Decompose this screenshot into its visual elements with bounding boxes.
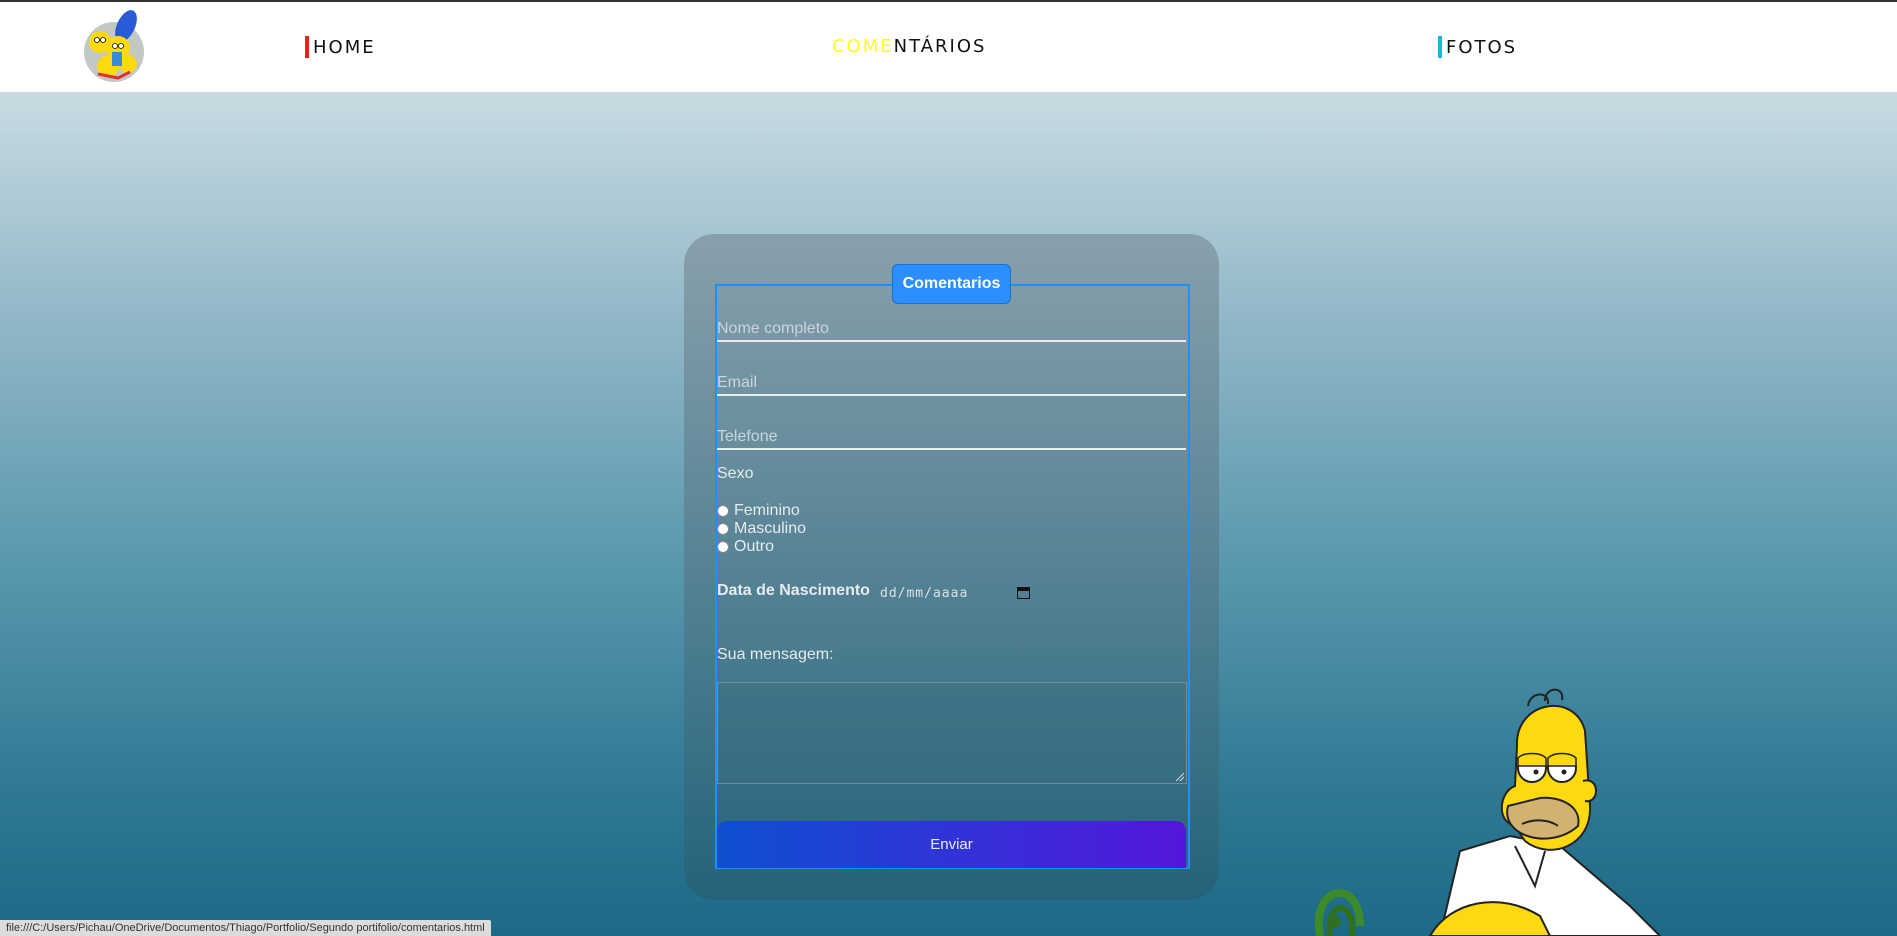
sex-label: Sexo [717,465,754,482]
nav-home-label: HOME [313,36,376,58]
radio-feminino[interactable] [717,505,729,517]
phone-input[interactable] [717,426,1186,450]
simpsons-logo-icon[interactable] [78,8,150,88]
site-header: HOME COMENTÁRIOS FOTOS [0,2,1897,92]
email-input[interactable] [717,372,1186,396]
radio-outro[interactable] [717,541,729,553]
radio-masculino[interactable] [717,523,729,535]
full-name-input[interactable] [717,318,1186,342]
birth-date-label: Data de Nascimento [717,582,870,599]
sex-option-masculino-label: Masculino [734,520,807,537]
calendar-icon[interactable] [1016,586,1030,599]
sex-option-outro-label: Outro [734,538,775,555]
message-label: Sua mensagem: [717,646,834,663]
homer-simpson-illustration [1314,688,1662,936]
nav-home-marker [305,36,309,58]
nav-comentarios-highlight [832,35,892,57]
message-textarea[interactable] [717,682,1187,784]
nav-fotos-marker [1438,36,1442,58]
sex-option-feminino-label: Feminino [734,502,800,519]
birth-date-input[interactable]: dd/mm/aaaa [880,582,1030,604]
form-legend: Comentarios [892,264,1011,304]
nav-home-link[interactable]: HOME [305,36,376,58]
submit-button[interactable]: Enviar [717,821,1186,868]
nav-fotos-label: FOTOS [1446,36,1518,58]
birth-date-placeholder: dd/mm/aaaa [880,585,969,601]
textarea-resize-handle[interactable] [1176,773,1184,781]
nav-comentarios-label: COMENTÁRIOS [832,35,986,57]
sex-option-masculino[interactable]: Masculino [717,520,806,538]
sex-option-outro[interactable]: Outro [717,538,774,556]
sex-option-feminino[interactable]: Feminino [717,502,800,520]
nav-fotos-link[interactable]: FOTOS [1438,36,1517,58]
browser-status-bar: file:///C:/Users/Pichau/OneDrive/Documen… [0,920,491,936]
nav-comentarios-link[interactable]: COMENTÁRIOS [832,35,986,57]
